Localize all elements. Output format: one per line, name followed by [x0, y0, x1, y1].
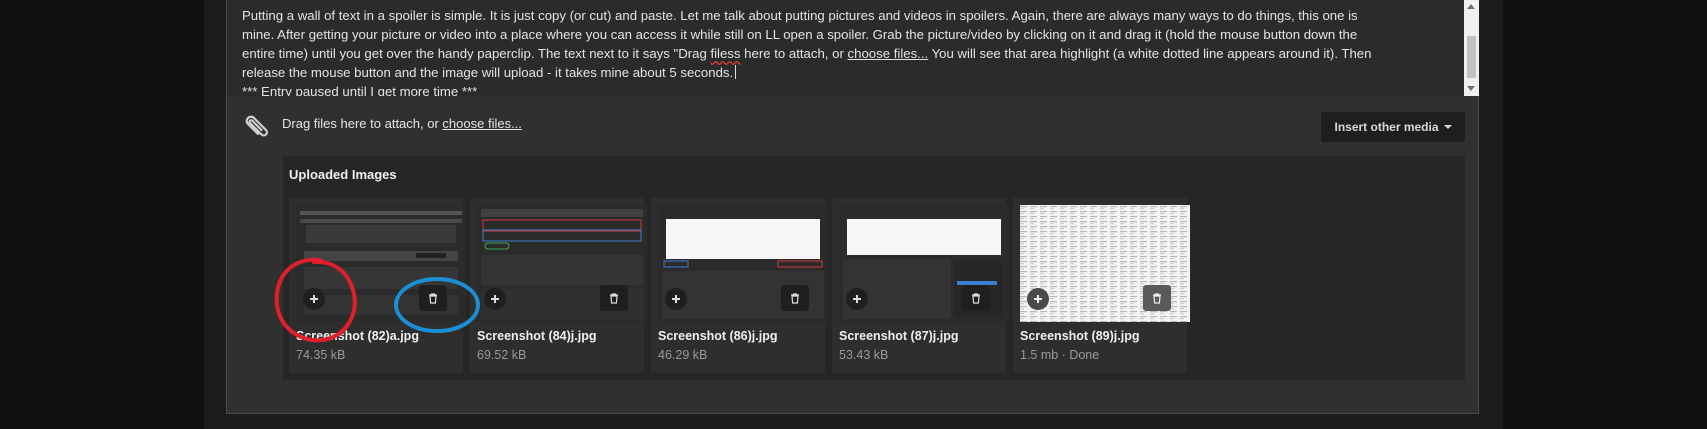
editor-scrollbar[interactable]: [1464, 0, 1479, 96]
text-cursor: [735, 65, 737, 79]
text-line-4: release the mouse button and the image w…: [242, 65, 734, 80]
text-line-1: Putting a wall of text in a spoiler is s…: [242, 8, 1358, 23]
uploaded-image-card: Screenshot (84)j.jpg 69.52 kB: [470, 198, 647, 373]
rich-text-editor: Putting a wall of text in a spoiler is s…: [226, 0, 1479, 414]
image-filesize: 1.5 mb · Done: [1020, 348, 1100, 362]
chevron-down-icon: [1443, 125, 1452, 129]
drag-files-hint: Drag files here to attach, or choose fil…: [282, 116, 522, 131]
trash-icon: [429, 292, 437, 304]
image-filename: Screenshot (82)a.jpg: [296, 329, 419, 343]
attachment-bar[interactable]: Drag files here to attach, or choose fil…: [227, 96, 1478, 413]
plus-icon: [672, 295, 680, 303]
page-left-gutter: [0, 0, 204, 429]
scroll-up-arrow-icon[interactable]: [1467, 4, 1475, 9]
uploaded-image-card: Screenshot (82)a.jpg 74.35 kB: [289, 198, 466, 373]
editor-text-area[interactable]: Putting a wall of text in a spoiler is s…: [227, 0, 1464, 96]
insert-image-button[interactable]: [665, 288, 687, 310]
text-line-2: mine. After getting your picture or vide…: [242, 27, 1358, 42]
insert-image-button[interactable]: [1027, 288, 1049, 310]
choose-files-link[interactable]: choose files...: [442, 116, 522, 131]
trash-icon: [972, 292, 980, 304]
inline-choose-files-text: choose files...: [847, 46, 929, 61]
plus-icon: [310, 295, 318, 303]
image-filename: Screenshot (87)j.jpg: [839, 329, 959, 343]
scroll-thumb[interactable]: [1467, 36, 1476, 78]
image-filename: Screenshot (89)j.jpg: [1020, 329, 1140, 343]
uploaded-images-panel: Uploaded Images Screenshot (82)a.jpg 74.…: [283, 156, 1465, 380]
text-line-3c: You will see that area highlight (a whit…: [928, 46, 1372, 61]
trash-icon: [610, 292, 618, 304]
insert-image-button[interactable]: [484, 288, 506, 310]
insert-other-media-button[interactable]: Insert other media: [1321, 112, 1465, 142]
insert-image-button[interactable]: [303, 288, 325, 310]
delete-image-button[interactable]: [962, 285, 990, 311]
plus-icon: [491, 295, 499, 303]
delete-image-button[interactable]: [781, 285, 809, 311]
text-line-5: *** Entry paused until I get more time *…: [242, 84, 478, 96]
image-filename: Screenshot (86)j.jpg: [658, 329, 778, 343]
image-filesize: 46.29 kB: [658, 348, 708, 362]
delete-image-button[interactable]: [1143, 285, 1171, 311]
trash-icon: [1153, 292, 1161, 304]
page-right-gutter: [1503, 0, 1707, 429]
text-line-3a: entire time) until you get over the hand…: [242, 46, 711, 61]
image-filesize: 74.35 kB: [296, 348, 346, 362]
uploaded-image-card: Screenshot (86)j.jpg 46.29 kB: [651, 198, 828, 373]
insert-image-button[interactable]: [846, 288, 868, 310]
drag-files-label: Drag files here to attach, or: [282, 116, 443, 131]
insert-other-media-label: Insert other media: [1334, 120, 1439, 134]
image-filesize: 53.43 kB: [839, 348, 889, 362]
trash-icon: [791, 292, 799, 304]
delete-image-button[interactable]: [600, 285, 628, 311]
misspelled-word: filess: [710, 46, 741, 61]
delete-image-button[interactable]: [419, 285, 447, 311]
plus-icon: [853, 295, 861, 303]
paperclip-icon: [245, 115, 269, 137]
scroll-down-arrow-icon[interactable]: [1467, 86, 1475, 91]
image-filename: Screenshot (84)j.jpg: [477, 329, 597, 343]
uploaded-image-card: Screenshot (89)j.jpg 1.5 mb · Done: [1013, 198, 1190, 373]
text-line-3b: here to attach, or: [740, 46, 848, 61]
uploaded-images-title: Uploaded Images: [289, 167, 397, 182]
uploaded-image-card: Screenshot (87)j.jpg 53.43 kB: [832, 198, 1009, 373]
image-filesize: 69.52 kB: [477, 348, 527, 362]
plus-icon: [1034, 295, 1042, 303]
